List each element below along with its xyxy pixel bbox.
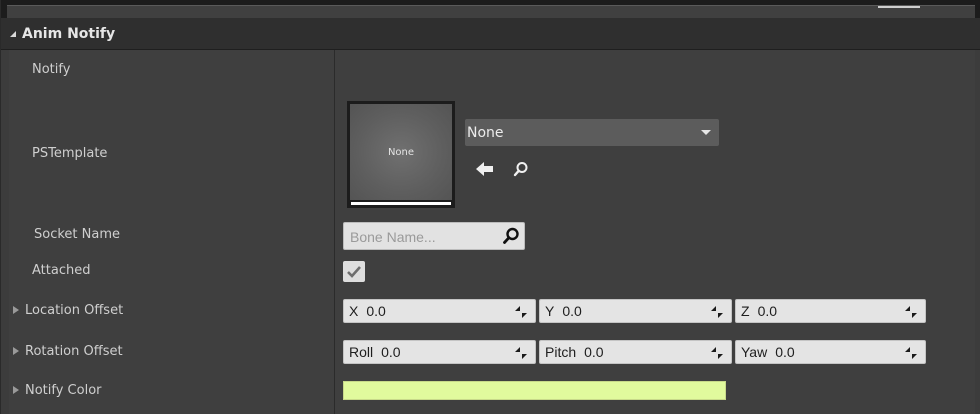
checkmark-icon [347,265,361,278]
spin-arrows-icon[interactable] [515,347,527,359]
roll-label: Roll [349,344,374,360]
socket-name-label: Socket Name [34,227,120,242]
rotation-offset-label[interactable]: Rotation Offset [13,344,123,359]
y-value: 0.0 [562,303,582,319]
roll-value: 0.0 [381,344,401,360]
spin-arrows-icon[interactable] [905,306,917,318]
notify-color-label[interactable]: Notify Color [13,383,102,398]
asset-thumbnail[interactable]: None [347,101,455,208]
browse-button[interactable] [510,158,532,180]
expand-triangle-icon[interactable] [13,346,19,355]
location-y-field[interactable]: Y 0.0 [539,299,732,323]
notify-label: Notify [32,62,71,77]
notify-color-swatch[interactable] [343,381,726,400]
details-panel: Anim Notify Notify PSTemplate None None … [0,0,980,414]
use-selected-button[interactable] [474,158,496,180]
search-icon[interactable] [502,227,520,245]
x-axis-label: X [349,303,359,319]
asset-thumbnail-text: None [387,146,415,158]
top-strip [1,0,980,18]
location-offset-label[interactable]: Location Offset [13,303,123,318]
chevron-down-icon [701,130,711,135]
pstemplate-label: PSTemplate [32,146,108,161]
section-header-anim-notify[interactable]: Anim Notify [1,18,980,50]
spin-arrows-icon[interactable] [515,306,527,318]
asset-thumbnail-image: None [350,104,452,200]
expand-triangle-icon[interactable] [13,305,19,314]
socket-name-field[interactable] [343,222,525,250]
socket-name-input[interactable] [348,226,497,248]
rotation-yaw-field[interactable]: Yaw 0.0 [735,340,926,364]
expand-triangle-icon[interactable] [13,385,19,394]
x-value: 0.0 [366,303,386,319]
spin-arrows-icon[interactable] [905,347,917,359]
rotation-pitch-field[interactable]: Pitch 0.0 [539,340,732,364]
pitch-label: Pitch [545,344,577,360]
attached-checkbox[interactable] [343,261,365,282]
asset-thumbnail-type-bar [351,202,451,205]
arrow-left-icon [476,162,493,176]
collapse-triangle-icon[interactable] [10,30,16,37]
z-axis-label: Z [741,303,750,319]
location-z-field[interactable]: Z 0.0 [735,299,926,323]
asset-picker-value: None [467,124,504,141]
attached-label: Attached [32,263,91,278]
rotation-offset-text: Rotation Offset [25,344,123,359]
y-axis-label: Y [545,303,555,319]
search-icon [513,162,528,177]
panel-tab-bar [7,5,975,18]
spin-arrows-icon[interactable] [711,306,723,318]
rotation-roll-field[interactable]: Roll 0.0 [343,340,536,364]
column-divider[interactable] [334,50,335,414]
spin-arrows-icon[interactable] [711,347,723,359]
location-x-field[interactable]: X 0.0 [343,299,536,323]
notify-color-text: Notify Color [25,383,102,398]
yaw-label: Yaw [741,344,768,360]
yaw-value: 0.0 [775,344,795,360]
section-title: Anim Notify [22,25,116,42]
z-value: 0.0 [757,303,778,319]
pitch-value: 0.0 [584,344,604,360]
asset-picker-combo[interactable]: None [465,119,719,146]
panel-tab-indicator[interactable] [878,6,920,8]
location-offset-text: Location Offset [25,303,124,318]
